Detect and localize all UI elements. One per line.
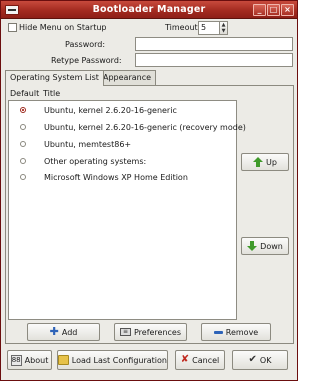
default-radio[interactable]	[20, 124, 26, 130]
tab-operating-system-list[interactable]: Operating System List	[5, 70, 104, 86]
minimize-button[interactable]: _	[253, 4, 266, 16]
list-item[interactable]: Ubuntu, memtest86+	[9, 138, 236, 151]
bootloader-window: Bootloader Manager _ □ × Hide Menu on St…	[0, 0, 298, 381]
preferences-icon: ≡	[119, 328, 131, 336]
cancel-icon: ✘	[180, 354, 190, 365]
hide-menu-checkbox[interactable]	[8, 23, 17, 32]
ok-button[interactable]: ✔ OK	[232, 350, 288, 370]
password-field[interactable]	[135, 37, 293, 51]
default-radio-selected[interactable]	[20, 107, 26, 113]
arrow-down-icon	[247, 241, 258, 251]
os-list[interactable]: Ubuntu, kernel 2.6.20-16-generic Ubuntu,…	[8, 100, 246, 320]
about-icon: 88	[10, 354, 22, 366]
remove-label: Remove	[225, 327, 259, 337]
cancel-label: Cancel	[192, 355, 220, 365]
down-button[interactable]: Down	[241, 237, 289, 255]
plus-icon: ✚	[49, 325, 59, 338]
hide-menu-label: Hide Menu on Startup	[19, 23, 107, 32]
tab-appearance[interactable]: Appearance	[98, 70, 157, 85]
about-label: About	[24, 355, 49, 365]
retype-password-field[interactable]	[135, 53, 293, 67]
timeout-spinner[interactable]: 5	[198, 21, 220, 35]
os-title: Microsoft Windows XP Home Edition	[44, 173, 188, 182]
list-header: Default Title	[8, 89, 237, 100]
list-item[interactable]: Ubuntu, kernel 2.6.20-16-generic (recove…	[9, 121, 246, 134]
load-label: Load Last Configuration	[71, 355, 167, 365]
column-default[interactable]: Default	[10, 89, 39, 98]
down-label: Down	[260, 241, 283, 251]
close-button[interactable]: ×	[281, 4, 294, 16]
ok-label: OK	[259, 355, 272, 365]
preferences-label: Preferences	[133, 327, 182, 337]
add-button[interactable]: ✚ Add	[27, 323, 100, 341]
default-radio[interactable]	[20, 141, 26, 147]
preferences-button[interactable]: ≡ Preferences	[114, 323, 187, 341]
os-title: Ubuntu, memtest86+	[44, 140, 132, 149]
maximize-button[interactable]: □	[267, 4, 280, 16]
load-last-configuration-button[interactable]: Load Last Configuration	[57, 350, 168, 370]
minus-icon	[213, 330, 223, 334]
default-radio[interactable]	[20, 158, 26, 164]
password-label: Password:	[65, 40, 106, 49]
os-title: Ubuntu, kernel 2.6.20-16-generic (recove…	[44, 123, 246, 132]
about-button[interactable]: 88 About	[7, 350, 52, 370]
remove-button[interactable]: Remove	[201, 323, 271, 341]
up-label: Up	[266, 157, 277, 167]
list-item[interactable]: Ubuntu, kernel 2.6.20-16-generic	[9, 104, 236, 117]
retype-password-label: Retype Password:	[51, 56, 122, 65]
up-button[interactable]: Up	[241, 153, 289, 171]
title-bar[interactable]: Bootloader Manager _ □ ×	[1, 1, 297, 19]
list-item[interactable]: Other operating systems:	[9, 155, 236, 168]
timeout-spin-arrows[interactable]: ▲ ▼	[219, 21, 228, 35]
default-radio[interactable]	[20, 174, 26, 180]
spin-down-icon[interactable]: ▼	[220, 28, 227, 34]
column-title[interactable]: Title	[43, 89, 60, 98]
add-label: Add	[61, 327, 78, 337]
timeout-label: Timeout	[165, 23, 198, 32]
os-title: Ubuntu, kernel 2.6.20-16-generic	[44, 106, 177, 115]
os-title: Other operating systems:	[44, 157, 147, 166]
cancel-button[interactable]: ✘ Cancel	[175, 350, 225, 370]
list-item[interactable]: Microsoft Windows XP Home Edition	[9, 171, 236, 184]
arrow-up-icon	[253, 157, 264, 167]
load-icon	[58, 355, 69, 365]
ok-icon: ✔	[248, 354, 257, 365]
